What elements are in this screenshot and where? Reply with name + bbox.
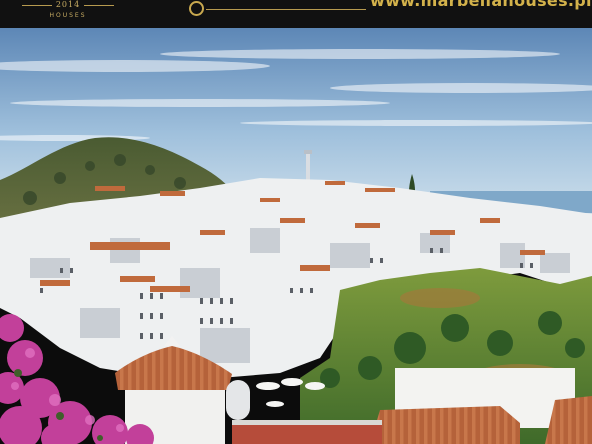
- brand-logo: 2014 HOUSES: [18, 0, 118, 28]
- top-banner: 2014 HOUSES www.marbellahouses.pl: [0, 0, 592, 28]
- red-roof-strip: [232, 424, 382, 444]
- village-photo: [0, 28, 592, 444]
- logo-subtitle: HOUSES: [49, 12, 87, 19]
- website-url[interactable]: www.marbellahouses.pl: [370, 0, 592, 10]
- satellite-dish: [226, 380, 250, 420]
- logo-year: 2014: [55, 0, 81, 9]
- foreground-roof-right: [370, 406, 520, 444]
- divider-line: [206, 9, 366, 10]
- ring-icon: [189, 1, 204, 16]
